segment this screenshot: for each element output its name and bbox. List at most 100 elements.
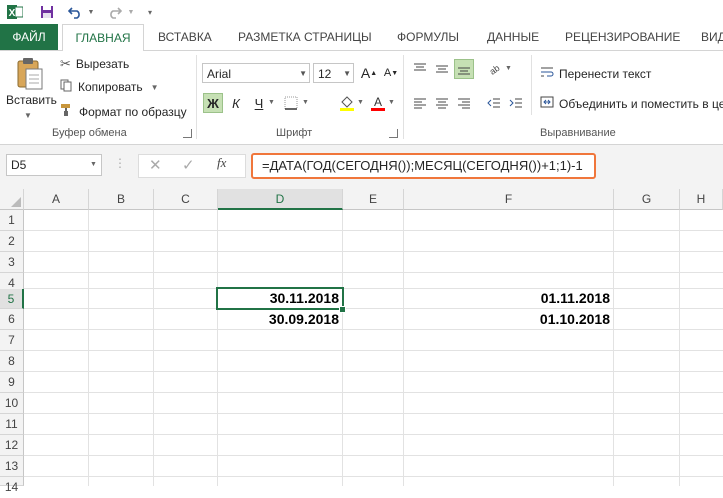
gridline	[24, 371, 723, 372]
tab-insert[interactable]: ВСТАВКА	[158, 24, 212, 50]
orientation-dropdown-icon[interactable]: ▼	[505, 65, 512, 72]
shrink-font-button[interactable]: A ▼	[381, 63, 401, 83]
column-header-a[interactable]: A	[24, 189, 89, 210]
tab-data[interactable]: ДАННЫЕ	[487, 24, 539, 50]
row-header-5[interactable]: 5	[0, 289, 24, 309]
align-left-icon[interactable]	[410, 93, 430, 113]
column-header-c[interactable]: C	[154, 189, 218, 210]
gridline	[403, 210, 404, 486]
cell-d6[interactable]: 30.09.2018	[218, 309, 343, 330]
copy-icon	[60, 79, 73, 95]
font-name-value: Arial	[207, 67, 232, 81]
merge-cells-icon	[540, 95, 554, 112]
gridline	[24, 329, 723, 330]
select-all-corner[interactable]	[0, 189, 24, 210]
undo-icon[interactable]	[66, 3, 84, 21]
cell-f5[interactable]: 01.11.2018	[404, 288, 614, 309]
gridline	[613, 210, 614, 486]
paste-button[interactable]: Вставить	[6, 93, 57, 107]
gridline	[24, 434, 723, 435]
gridline	[24, 455, 723, 456]
align-top-icon[interactable]	[410, 59, 430, 79]
row-header-6[interactable]: 6	[0, 309, 24, 330]
font-color-dropdown-icon[interactable]: ▼	[388, 99, 395, 106]
borders-dropdown-icon[interactable]: ▼	[302, 99, 309, 106]
enter-check-icon[interactable]: ✓	[182, 156, 195, 174]
font-size-combo[interactable]: 12 ▼	[313, 63, 354, 83]
insert-function-button[interactable]: fx	[217, 155, 226, 171]
row-header-12[interactable]: 12	[0, 435, 24, 456]
column-header-d[interactable]: D	[218, 189, 343, 210]
copy-label: Копировать	[78, 80, 143, 94]
align-bottom-icon[interactable]	[454, 59, 474, 79]
underline-button[interactable]: Ч	[249, 93, 269, 113]
row-header-8[interactable]: 8	[0, 351, 24, 372]
font-launcher-icon[interactable]	[389, 129, 398, 138]
format-painter-button[interactable]: Формат по образцу	[60, 103, 187, 120]
tab-formulas[interactable]: ФОРМУЛЫ	[397, 24, 459, 50]
fill-color-icon[interactable]	[337, 93, 357, 113]
paste-dropdown-icon[interactable]: ▼	[24, 111, 32, 120]
column-header-f[interactable]: F	[404, 189, 614, 210]
row-header-10[interactable]: 10	[0, 393, 24, 414]
align-middle-icon[interactable]	[432, 59, 452, 79]
column-header-e[interactable]: E	[343, 189, 404, 210]
underline-dropdown-icon[interactable]: ▼	[268, 99, 275, 106]
cell-f6[interactable]: 01.10.2018	[404, 309, 614, 330]
column-header-h[interactable]: H	[680, 189, 723, 210]
row-header-11[interactable]: 11	[0, 414, 24, 435]
row-header-7[interactable]: 7	[0, 330, 24, 351]
wrap-text-button[interactable]: Перенести текст	[540, 65, 651, 82]
font-size-dropdown-icon[interactable]: ▼	[343, 64, 351, 84]
paintbrush-icon	[60, 103, 74, 120]
svg-text:ab: ab	[488, 63, 501, 76]
row-header-3[interactable]: 3	[0, 252, 24, 273]
font-color-icon[interactable]: A	[368, 93, 388, 113]
spreadsheet-grid[interactable]: A B C D E F G H 1 2 3 4 5 6 7 8 9 10 11 …	[0, 189, 723, 494]
align-right-icon[interactable]	[454, 93, 474, 113]
row-header-1[interactable]: 1	[0, 210, 24, 231]
customize-icon[interactable]: ▾	[144, 3, 156, 21]
bold-button[interactable]: Ж	[203, 93, 223, 113]
excel-logo-icon[interactable]: X	[6, 3, 24, 21]
row-header-13[interactable]: 13	[0, 456, 24, 477]
clipboard-launcher-icon[interactable]	[183, 129, 192, 138]
tab-view[interactable]: ВИД	[701, 24, 723, 50]
tab-file[interactable]: ФАЙЛ	[0, 24, 58, 50]
orientation-icon[interactable]: ab	[484, 59, 504, 79]
name-box[interactable]: D5	[6, 154, 102, 176]
copy-button[interactable]: Копировать ▼	[60, 79, 159, 95]
tab-home[interactable]: ГЛАВНАЯ	[62, 24, 144, 52]
copy-dropdown-icon[interactable]: ▼	[151, 83, 159, 92]
merge-center-button[interactable]: Объединить и поместить в це	[540, 95, 723, 112]
tab-page-layout[interactable]: РАЗМЕТКА СТРАНИЦЫ	[238, 24, 372, 50]
column-header-b[interactable]: B	[89, 189, 154, 210]
row-header-9[interactable]: 9	[0, 372, 24, 393]
italic-button[interactable]: К	[226, 93, 246, 113]
gridline	[24, 251, 723, 252]
fill-handle[interactable]	[339, 306, 346, 313]
formula-input[interactable]: =ДАТА(ГОД(СЕГОДНЯ());МЕСЯЦ(СЕГОДНЯ())+1;…	[251, 153, 596, 179]
undo-dropdown-icon[interactable]: ▼	[86, 3, 96, 21]
grow-font-button[interactable]: A ▲	[359, 63, 379, 83]
fill-color-dropdown-icon[interactable]: ▼	[357, 99, 364, 106]
save-icon[interactable]	[38, 3, 56, 21]
borders-icon[interactable]	[281, 93, 301, 113]
row-header-14[interactable]: 14	[0, 477, 24, 494]
redo-icon[interactable]	[106, 3, 124, 21]
tab-review[interactable]: РЕЦЕНЗИРОВАНИЕ	[565, 24, 680, 50]
name-box-dropdown-icon[interactable]: ▼	[90, 161, 97, 168]
increase-indent-icon[interactable]	[506, 93, 526, 113]
column-header-g[interactable]: G	[614, 189, 680, 210]
font-name-combo[interactable]: Arial ▼	[202, 63, 310, 83]
cut-button[interactable]: ✂ Вырезать	[60, 56, 129, 72]
redo-dropdown-icon[interactable]: ▼	[126, 3, 136, 21]
align-center-icon[interactable]	[432, 93, 452, 113]
gridline	[24, 350, 723, 351]
gridline	[24, 308, 723, 309]
row-header-2[interactable]: 2	[0, 231, 24, 252]
paste-icon[interactable]	[12, 55, 46, 95]
decrease-indent-icon[interactable]	[484, 93, 504, 113]
font-name-dropdown-icon[interactable]: ▼	[299, 64, 307, 84]
cancel-icon[interactable]: ✕	[149, 156, 162, 174]
